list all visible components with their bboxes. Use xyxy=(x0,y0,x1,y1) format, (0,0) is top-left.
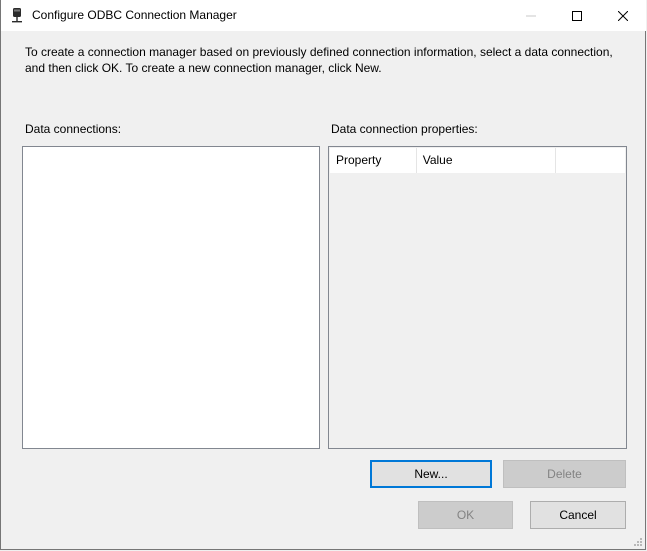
title-bar[interactable]: Configure ODBC Connection Manager xyxy=(1,0,646,31)
minimize-icon xyxy=(526,15,536,16)
cancel-button[interactable]: Cancel xyxy=(530,501,626,529)
delete-button[interactable]: Delete xyxy=(503,460,626,488)
new-button[interactable]: New... xyxy=(370,460,492,488)
data-connection-properties-grid[interactable]: Property Value xyxy=(328,146,627,449)
dialog-window: Configure ODBC Connection Manager To cre… xyxy=(0,0,646,550)
column-header-filler xyxy=(556,148,625,173)
column-header-value[interactable]: Value xyxy=(417,148,557,173)
resize-grip-icon[interactable] xyxy=(633,537,643,547)
maximize-button[interactable] xyxy=(554,0,600,31)
close-icon xyxy=(618,10,628,21)
instructions-text: To create a connection manager based on … xyxy=(25,45,613,75)
window-title: Configure ODBC Connection Manager xyxy=(32,8,237,22)
column-header-property[interactable]: Property xyxy=(330,148,417,173)
close-button[interactable] xyxy=(600,0,646,31)
ok-button[interactable]: OK xyxy=(418,501,513,529)
data-connection-properties-label: Data connection properties: xyxy=(331,122,478,136)
minimize-button[interactable] xyxy=(508,0,554,31)
data-connections-list[interactable] xyxy=(22,146,320,449)
maximize-icon xyxy=(572,10,582,21)
database-connection-icon xyxy=(12,8,22,23)
grid-header: Property Value xyxy=(330,148,625,173)
data-connections-label: Data connections: xyxy=(25,122,122,136)
